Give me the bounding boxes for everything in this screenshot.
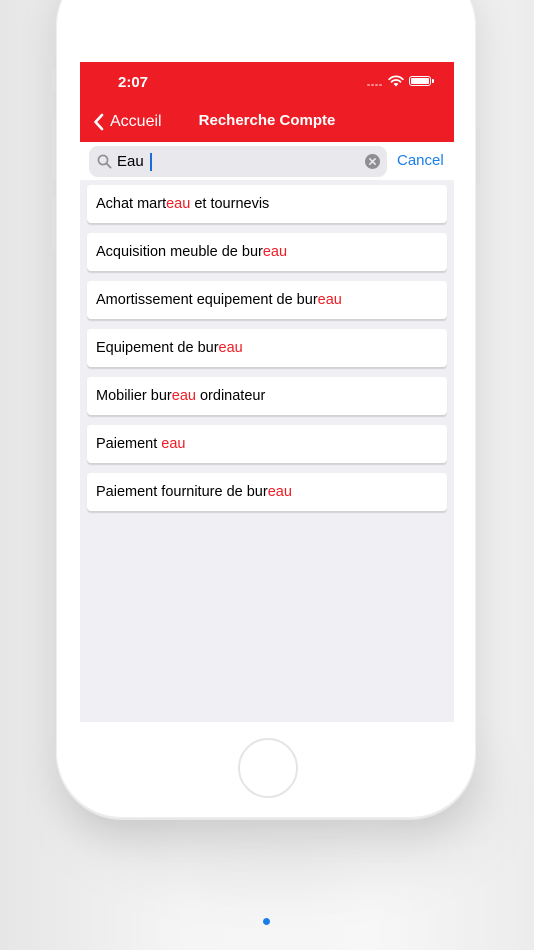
page-title: Recherche Compte — [198, 112, 336, 129]
search-field[interactable] — [89, 146, 387, 177]
list-item-label: Mobilier bureau ordinateur — [96, 388, 266, 404]
list-item-label: Amortissement equipement de bureau — [96, 292, 342, 308]
text-caret — [150, 153, 152, 171]
search-icon — [97, 154, 112, 169]
list-item[interactable]: Equipement de bureau — [87, 329, 447, 367]
list-item-label: Paiement eau — [96, 436, 186, 452]
power-button — [476, 128, 480, 184]
search-input[interactable] — [117, 151, 357, 172]
search-bar: Cancel — [80, 142, 454, 180]
list-item[interactable]: Paiement fourniture de bureau — [87, 473, 447, 511]
cancel-button[interactable]: Cancel — [397, 152, 444, 169]
results-list: Achat marteau et tournevis Acquisition m… — [87, 185, 447, 521]
list-item[interactable]: Acquisition meuble de bureau — [87, 233, 447, 271]
list-item[interactable]: Achat marteau et tournevis — [87, 185, 447, 223]
battery-icon — [409, 76, 434, 86]
phone-screen: 2:07 Accueil Recherche Compte Eau Cancel… — [80, 62, 454, 722]
list-item[interactable]: Paiement eau — [87, 425, 447, 463]
clear-icon[interactable] — [365, 154, 380, 169]
home-button[interactable] — [238, 738, 298, 798]
list-item-label: Achat marteau et tournevis — [96, 196, 270, 212]
signal-icon — [367, 78, 385, 86]
page-indicator-dot — [263, 918, 270, 925]
list-item[interactable]: Amortissement equipement de bureau — [87, 281, 447, 319]
navigation-header: 2:07 Accueil Recherche Compte — [80, 62, 454, 142]
status-time: 2:07 — [118, 74, 149, 91]
list-item-label: Equipement de bureau — [96, 340, 243, 356]
list-item[interactable]: Mobilier bureau ordinateur — [87, 377, 447, 415]
wifi-icon — [388, 75, 404, 87]
list-item-label: Acquisition meuble de bureau — [96, 244, 288, 260]
list-item-label: Paiement fourniture de bureau — [96, 484, 292, 500]
